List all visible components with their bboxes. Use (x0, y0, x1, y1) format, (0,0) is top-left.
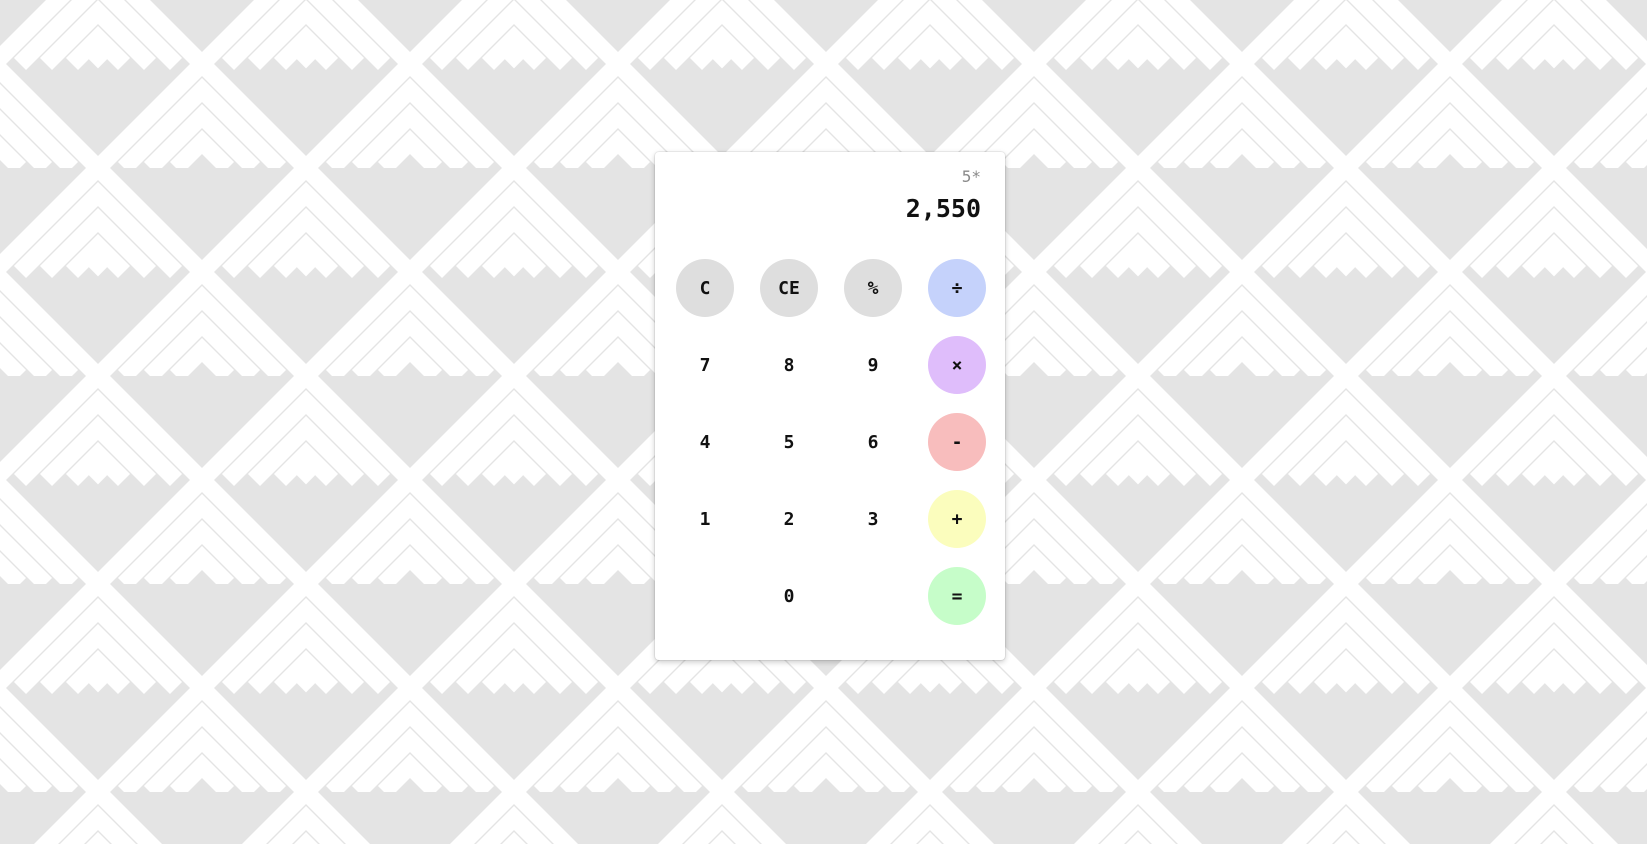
equals-button[interactable]: = (928, 567, 986, 625)
calculator-panel: 5* 2,550 C CE % ÷ 7 8 9 × 4 5 6 - 1 2 3 … (655, 152, 1005, 660)
digit-7-button[interactable]: 7 (676, 336, 734, 394)
digit-8-button[interactable]: 8 (760, 336, 818, 394)
expression-readout: 5* (961, 167, 981, 186)
digit-1-button[interactable]: 1 (676, 490, 734, 548)
calculator-display: 5* 2,550 (675, 166, 981, 226)
clear-button[interactable]: C (676, 259, 734, 317)
digit-5-button[interactable]: 5 (760, 413, 818, 471)
multiply-button[interactable]: × (928, 336, 986, 394)
result-readout: 2,550 (905, 194, 981, 223)
keypad: C CE % ÷ 7 8 9 × 4 5 6 - 1 2 3 + 0 = (676, 259, 986, 625)
clear-entry-button[interactable]: CE (760, 259, 818, 317)
digit-9-button[interactable]: 9 (844, 336, 902, 394)
percent-button[interactable]: % (844, 259, 902, 317)
subtract-button[interactable]: - (928, 413, 986, 471)
digit-2-button[interactable]: 2 (760, 490, 818, 548)
digit-3-button[interactable]: 3 (844, 490, 902, 548)
digit-4-button[interactable]: 4 (676, 413, 734, 471)
digit-0-button[interactable]: 0 (760, 567, 818, 625)
digit-6-button[interactable]: 6 (844, 413, 902, 471)
divide-button[interactable]: ÷ (928, 259, 986, 317)
add-button[interactable]: + (928, 490, 986, 548)
